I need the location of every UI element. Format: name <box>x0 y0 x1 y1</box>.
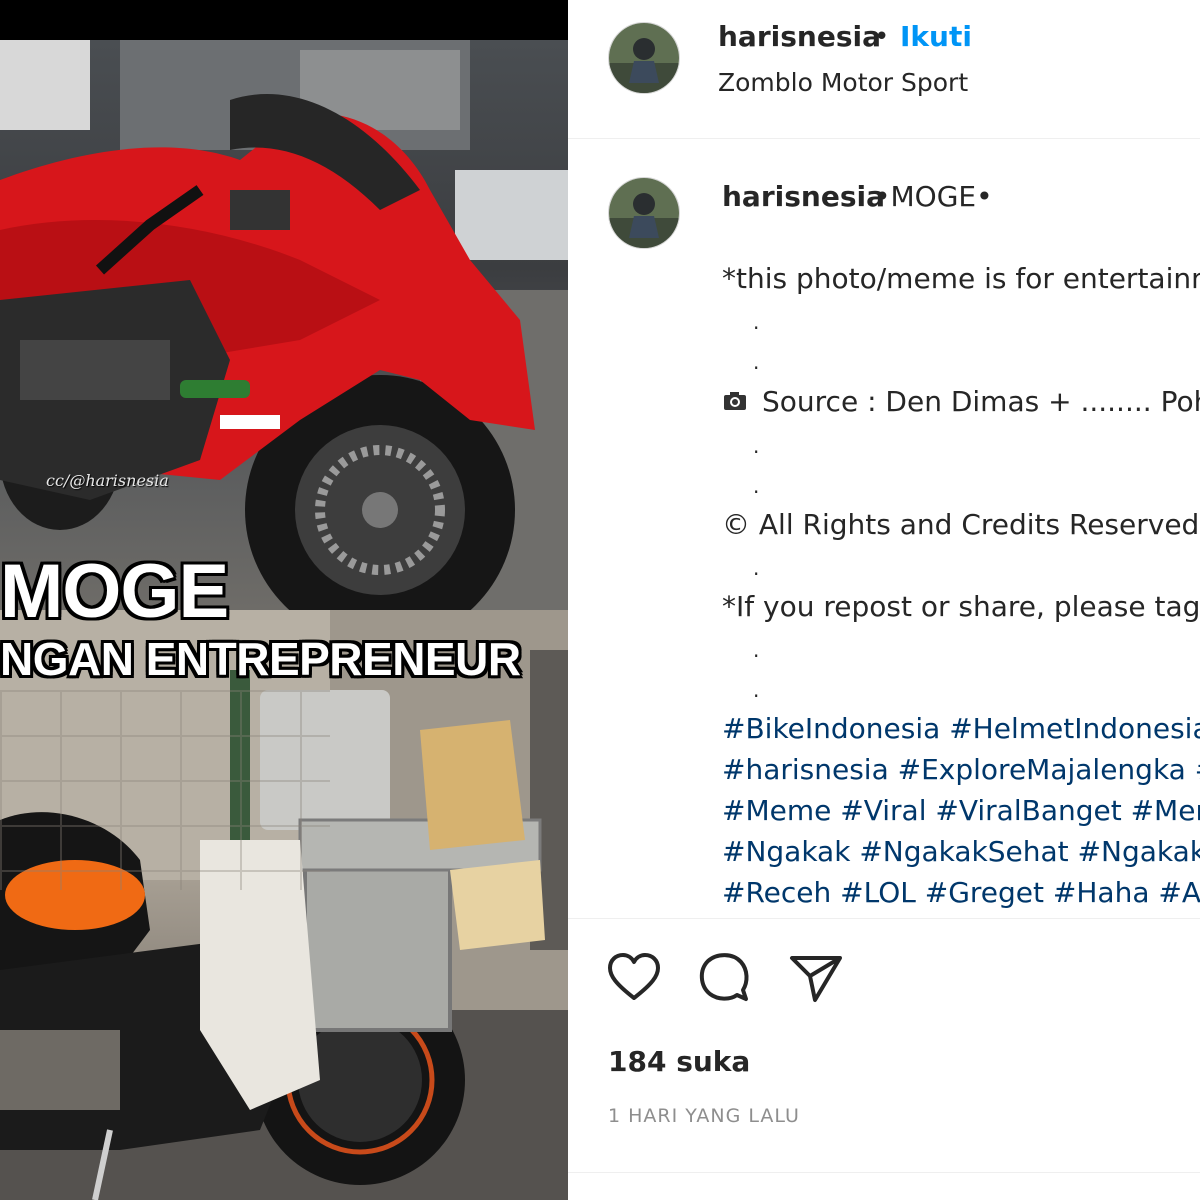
caption-disclaimer: *this photo/meme is for entertainm <box>722 262 1200 295</box>
header-separator: • <box>874 22 890 52</box>
hashtag-line[interactable]: #harisnesia #ExploreMajalengka # <box>722 749 1200 790</box>
bottom-divider <box>568 1172 1200 1173</box>
caption-dot: . <box>753 434 760 458</box>
meme-caption-subtitle: NGAN ENTREPRENEUR <box>0 633 521 685</box>
caption-title: •MOGE• <box>874 180 993 213</box>
post-panel: harisnesia • Ikuti Zomblo Motor Sport ha… <box>568 0 1200 1200</box>
caption-source: Source : Den Dimas + ........ Poho <box>762 385 1200 418</box>
heart-icon[interactable] <box>606 950 662 1006</box>
caption-dot: . <box>753 310 760 334</box>
share-icon[interactable] <box>788 950 844 1006</box>
like-count[interactable]: 184 suka <box>608 1045 750 1078</box>
follow-button[interactable]: Ikuti <box>900 20 972 53</box>
hashtag-line[interactable]: #Ngakak #NgakakSehat #Ngakak <box>722 831 1200 872</box>
caption-username[interactable]: harisnesia <box>722 180 885 213</box>
meme-caption-title: MOGE <box>0 549 229 634</box>
post-header: harisnesia • Ikuti Zomblo Motor Sport <box>568 0 1200 139</box>
hashtag-list: #BikeIndonesia #HelmetIndonesia #harisne… <box>722 708 1200 918</box>
image-top-bar <box>0 0 568 40</box>
comment-icon[interactable] <box>696 950 752 1006</box>
location-link[interactable]: Zomblo Motor Sport <box>718 68 968 97</box>
hashtag-line[interactable]: #BikeIndonesia #HelmetIndonesia <box>722 708 1200 749</box>
caption-dot: . <box>753 638 760 662</box>
camera-icon <box>722 388 748 418</box>
post-timestamp[interactable]: 1 HARI YANG LALU <box>608 1105 800 1127</box>
hashtag-line[interactable]: #Meme #Viral #ViralBanget #Mem <box>722 790 1200 831</box>
caption-dot: . <box>753 556 760 580</box>
image-watermark: cc/@harisnesia <box>46 471 169 490</box>
red-sportbike-scene <box>0 40 568 645</box>
caption-avatar[interactable] <box>608 177 680 249</box>
actions-divider <box>568 918 1200 919</box>
hashtag-line[interactable]: #Receh #LOL #Greget #Haha #Aw <box>722 872 1200 913</box>
header-username[interactable]: harisnesia <box>718 20 881 53</box>
post-image[interactable]: cc/@harisnesia MOGE NGAN ENTREPRENEUR <box>0 0 568 1200</box>
wall-tiles <box>0 690 330 890</box>
caption-dot: . <box>753 678 760 702</box>
caption-rights: © All Rights and Credits Reserved <box>722 508 1200 541</box>
caption-repost: *If you repost or share, please tag <box>722 590 1200 623</box>
caption-dot: . <box>753 474 760 498</box>
author-avatar[interactable] <box>608 22 680 94</box>
caption-dot: . <box>753 350 760 374</box>
